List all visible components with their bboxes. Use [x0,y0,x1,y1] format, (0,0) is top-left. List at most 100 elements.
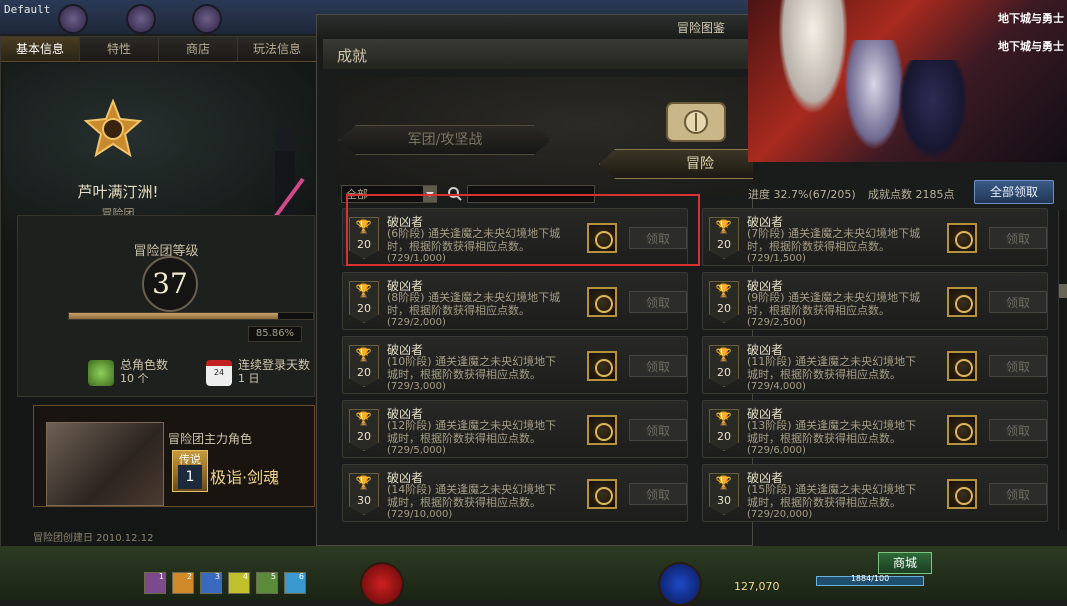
claim-button[interactable]: 领取 [629,483,687,505]
achievement-card: 🏆 20 破凶者 (12阶段) 通关逢魔之未央幻境地下城时，根据阶数获得相应点数。 (7… [342,400,688,458]
promo-character [778,0,848,114]
quick-slot[interactable]: 4 [228,572,250,594]
trophy-glyph: 🏆 [715,220,733,235]
menu-orb-icon[interactable] [126,4,156,34]
quick-slot-number: 2 [186,572,192,581]
achievement-card: 🏆 20 破凶者 (13阶段) 通关逢魔之未央幻境地下城时，根据阶数获得相应点数。 (7… [702,400,1048,458]
claim-button[interactable]: 领取 [989,227,1047,249]
guild-emblem-icon [83,99,143,158]
game-logo: 地下城与勇士 [998,40,1064,53]
claim-button[interactable]: 领取 [989,483,1047,505]
achievement-points-value: 20 [717,238,731,251]
quick-slot-number: 1 [158,572,164,581]
xp-bar-fill [69,313,279,319]
achievement-card: 🏆 20 破凶者 (7阶段) 通关逢魔之未央幻境地下城时，根据阶数获得相应点数。 (72… [702,208,1048,266]
achievement-progress-value: (729/4,000) [747,381,806,392]
claim-button[interactable]: 领取 [629,291,687,313]
claim-button[interactable]: 领取 [989,355,1047,377]
trophy-icon: 🏆 20 [709,281,739,323]
achievement-description: (7阶段) 通关逢魔之未央幻境地下城时，根据阶数获得相应点数。 [747,227,921,253]
reward-emblem-icon[interactable] [587,415,617,445]
tab-legion-raid[interactable]: 军团/攻坚战 [339,125,551,155]
quick-slot[interactable]: 1 [144,572,166,594]
trophy-glyph: 🏆 [355,284,373,299]
achievement-description: (13阶段) 通关逢魔之未央幻境地下城时，根据阶数获得相应点数。 [747,419,917,445]
reward-emblem-icon[interactable] [947,479,977,509]
reward-emblem-icon[interactable] [947,287,977,317]
trophy-icon: 🏆 20 [709,217,739,259]
scrollbar-thumb[interactable] [1059,284,1067,298]
achievement-progress-value: (729/2,000) [387,317,446,328]
quick-slot[interactable]: 5 [256,572,278,594]
achievement-description: (8阶段) 通关逢魔之未央幻境地下城时，根据阶数获得相应点数。 [387,291,561,317]
legend-badge: 传说 1 [172,450,208,492]
menu-orb-icon[interactable] [58,4,88,34]
achievement-progress-value: (729/3,000) [387,381,446,392]
calendar-icon: 24 [206,360,232,386]
achievement-progress: 进度 32.7%(67/205) [748,188,856,201]
reward-emblem-inner [955,231,973,249]
tab-traits[interactable]: 特性 [80,37,159,61]
window-title: 冒险图鉴 [677,21,726,35]
stat-login-days-value: 1 日 [238,372,260,385]
xp-bar [68,312,314,320]
quick-slot[interactable]: 3 [200,572,222,594]
achievement-card: 🏆 30 破凶者 (15阶段) 通关逢魔之未央幻境地下城时，根据阶数获得相应点数。 (7… [702,464,1048,522]
claim-button[interactable]: 领取 [629,419,687,441]
main-character-box[interactable]: 冒险团主力角色 传说 1 极诣·剑魂 [33,405,315,507]
achievement-card: 🏆 20 破凶者 (11阶段) 通关逢魔之未央幻境地下城时，根据阶数获得相应点数。 (7… [702,336,1048,394]
list-scrollbar[interactable] [1058,210,1067,530]
highlight-box [346,194,700,266]
achievement-progress-value: (729/2,500) [747,317,806,328]
reward-emblem-icon[interactable] [947,223,977,253]
window-titlebar[interactable]: 冒险图鉴 [317,15,754,37]
achievement-progress-value: (729/10,000) [387,509,453,520]
reward-emblem-inner [955,487,973,505]
achievement-card: 🏆 20 破凶者 (10阶段) 通关逢魔之未央幻境地下城时，根据阶数获得相应点数。 (7… [342,336,688,394]
trophy-glyph: 🏆 [715,348,733,363]
achievement-progress-value: (729/6,000) [747,445,806,456]
achievement-description: (10阶段) 通关逢魔之未央幻境地下城时，根据阶数获得相应点数。 [387,355,557,381]
tab-shop[interactable]: 商店 [159,37,238,61]
reward-emblem-icon[interactable] [587,351,617,381]
trophy-glyph: 🏆 [355,412,373,427]
reward-emblem-icon[interactable] [947,351,977,381]
reward-emblem-icon[interactable] [587,287,617,317]
claim-button[interactable]: 领取 [989,291,1047,313]
guild-stats: 总角色数 10 个 24 连续登录天数 1 日 [88,356,318,392]
achievement-points-value: 30 [717,494,731,507]
achievement-points-value: 20 [357,366,371,379]
achievement-progress-value: (729/5,000) [387,445,446,456]
claim-button[interactable]: 领取 [629,355,687,377]
trophy-icon: 🏆 20 [349,345,379,387]
guild-name: 芦叶满汀洲! [77,183,159,201]
reward-emblem-icon[interactable] [947,415,977,445]
guild-level: 37 [142,256,198,312]
achievement-points-value: 20 [717,366,731,379]
achievement-description: (9阶段) 通关逢魔之未央幻境地下城时，根据阶数获得相应点数。 [747,291,921,317]
tab-play-info[interactable]: 玩法信息 [238,37,317,61]
main-character-title: 冒险团主力角色 [168,432,253,446]
trophy-icon: 🏆 30 [709,473,739,515]
trophy-glyph: 🏆 [355,348,373,363]
claim-all-button[interactable]: 全部领取 [974,180,1054,204]
menu-orb-icon[interactable] [192,4,222,34]
scroll-compass-icon [666,102,726,142]
quick-slot[interactable]: 6 [284,572,306,594]
claim-button[interactable]: 领取 [989,419,1047,441]
characters-icon [88,360,114,386]
quick-slot[interactable]: 2 [172,572,194,594]
tab-basic-info[interactable]: 基本信息 [1,37,80,61]
reward-emblem-icon[interactable] [587,479,617,509]
shop-button[interactable]: 商城 [878,552,932,574]
trophy-glyph: 🏆 [715,284,733,299]
guild-info-panel: 基本信息 特性 商店 玩法信息 芦叶满汀洲! 冒险团 冒险团等级 37 85.8… [0,36,319,556]
promo-character [844,40,904,150]
quick-slot-number: 5 [270,572,276,581]
achievement-points-value: 30 [357,494,371,507]
trophy-icon: 🏆 20 [349,409,379,451]
achievement-progress-value: (729/1,500) [747,253,806,264]
quick-slot-number: 6 [298,572,304,581]
main-character-class: 极诣·剑魂 [210,468,280,487]
achievement-card: 🏆 20 破凶者 (9阶段) 通关逢魔之未央幻境地下城时，根据阶数获得相应点数。 (72… [702,272,1048,330]
